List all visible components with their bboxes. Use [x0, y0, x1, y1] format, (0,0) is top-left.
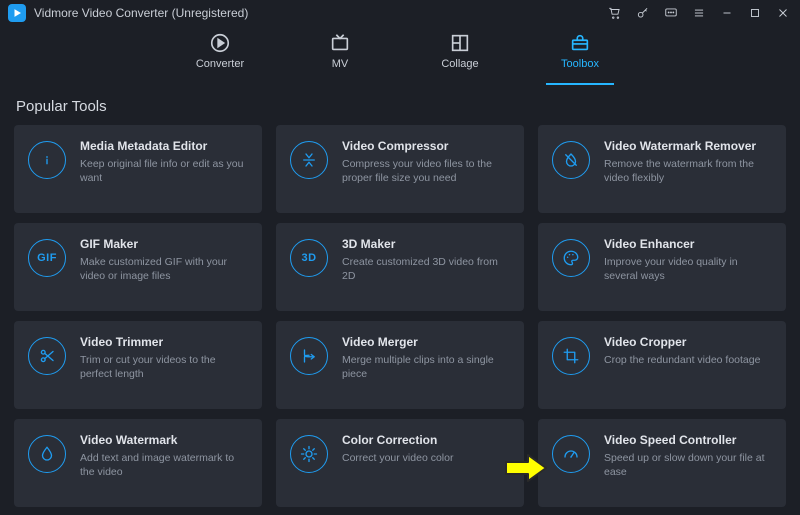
card-desc: Crop the redundant video footage — [604, 353, 774, 367]
titlebar: Vidmore Video Converter (Unregistered) — [0, 0, 800, 26]
menu-icon[interactable] — [692, 6, 706, 20]
sun-icon — [290, 435, 328, 473]
nav-converter[interactable]: Converter — [190, 32, 250, 83]
card-desc: Improve your video quality in several wa… — [604, 255, 774, 283]
tool-card-media-metadata-editor[interactable]: Media Metadata Editor Keep original file… — [14, 125, 262, 213]
tool-card-video-watermark-remover[interactable]: Video Watermark Remover Remove the water… — [538, 125, 786, 213]
card-desc: Keep original file info or edit as you w… — [80, 157, 250, 185]
card-title: Video Watermark — [80, 433, 250, 447]
card-body: Media Metadata Editor Keep original file… — [80, 139, 250, 185]
nav-label: Toolbox — [561, 58, 599, 70]
card-body: Video Watermark Remover Remove the water… — [604, 139, 774, 185]
card-body: Video Enhancer Improve your video qualit… — [604, 237, 774, 283]
section-title: Popular Tools — [0, 84, 800, 121]
card-title: Video Watermark Remover — [604, 139, 774, 153]
card-title: Video Cropper — [604, 335, 774, 349]
merge-icon — [290, 337, 328, 375]
gauge-icon — [552, 435, 590, 473]
tool-card-3d-maker[interactable]: 3D 3D Maker Create customized 3D video f… — [276, 223, 524, 311]
card-body: Video Merger Merge multiple clips into a… — [342, 335, 512, 381]
tool-card-video-merger[interactable]: Video Merger Merge multiple clips into a… — [276, 321, 524, 409]
card-body: 3D Maker Create customized 3D video from… — [342, 237, 512, 283]
card-desc: Trim or cut your videos to the perfect l… — [80, 353, 250, 381]
card-title: Video Trimmer — [80, 335, 250, 349]
3d-icon: 3D — [290, 239, 328, 277]
crop-icon — [552, 337, 590, 375]
card-body: Video Compressor Compress your video fil… — [342, 139, 512, 185]
card-body: GIF Maker Make customized GIF with your … — [80, 237, 250, 283]
nav-collage[interactable]: Collage — [430, 32, 490, 83]
tool-card-color-correction[interactable]: Color Correction Correct your video colo… — [276, 419, 524, 507]
card-desc: Remove the watermark from the video flex… — [604, 157, 774, 185]
tool-card-video-watermark[interactable]: Video Watermark Add text and image water… — [14, 419, 262, 507]
nav-toolbox[interactable]: Toolbox — [550, 32, 610, 83]
card-title: 3D Maker — [342, 237, 512, 251]
nav-label: Collage — [441, 58, 478, 70]
cart-icon[interactable] — [608, 6, 622, 20]
card-body: Video Cropper Crop the redundant video f… — [604, 335, 774, 367]
tool-card-video-speed-controller[interactable]: Video Speed Controller Speed up or slow … — [538, 419, 786, 507]
maximize-button[interactable] — [748, 6, 762, 20]
card-desc: Add text and image watermark to the vide… — [80, 451, 250, 479]
window-controls — [608, 6, 796, 20]
card-body: Video Watermark Add text and image water… — [80, 433, 250, 479]
card-body: Color Correction Correct your video colo… — [342, 433, 512, 465]
feedback-icon[interactable] — [664, 6, 678, 20]
card-title: Video Speed Controller — [604, 433, 774, 447]
nav-label: Converter — [196, 58, 244, 70]
scissors-icon — [28, 337, 66, 375]
tool-card-gif-maker[interactable]: GIF GIF Maker Make customized GIF with y… — [14, 223, 262, 311]
tool-card-video-cropper[interactable]: Video Cropper Crop the redundant video f… — [538, 321, 786, 409]
key-icon[interactable] — [636, 6, 650, 20]
tools-grid: Media Metadata Editor Keep original file… — [0, 121, 800, 507]
tool-card-video-compressor[interactable]: Video Compressor Compress your video fil… — [276, 125, 524, 213]
card-title: Video Compressor — [342, 139, 512, 153]
card-desc: Create customized 3D video from 2D — [342, 255, 512, 283]
card-desc: Compress your video files to the proper … — [342, 157, 512, 185]
card-title: Video Enhancer — [604, 237, 774, 251]
wmremove-icon — [552, 141, 590, 179]
tool-card-video-enhancer[interactable]: Video Enhancer Improve your video qualit… — [538, 223, 786, 311]
minimize-button[interactable] — [720, 6, 734, 20]
main-nav: Converter MV Collage Toolbox — [0, 26, 800, 84]
palette-icon — [552, 239, 590, 277]
info-icon — [28, 141, 66, 179]
compress-icon — [290, 141, 328, 179]
app-logo — [8, 4, 26, 22]
droplet-icon — [28, 435, 66, 473]
tool-card-video-trimmer[interactable]: Video Trimmer Trim or cut your videos to… — [14, 321, 262, 409]
card-title: Color Correction — [342, 433, 512, 447]
card-desc: Merge multiple clips into a single piece — [342, 353, 512, 381]
card-body: Video Speed Controller Speed up or slow … — [604, 433, 774, 479]
card-title: GIF Maker — [80, 237, 250, 251]
app-title: Vidmore Video Converter (Unregistered) — [34, 6, 248, 20]
gif-icon: GIF — [28, 239, 66, 277]
nav-mv[interactable]: MV — [310, 32, 370, 83]
nav-label: MV — [332, 58, 349, 70]
card-desc: Make customized GIF with your video or i… — [80, 255, 250, 283]
card-title: Video Merger — [342, 335, 512, 349]
card-desc: Correct your video color — [342, 451, 512, 465]
card-body: Video Trimmer Trim or cut your videos to… — [80, 335, 250, 381]
card-desc: Speed up or slow down your file at ease — [604, 451, 774, 479]
card-title: Media Metadata Editor — [80, 139, 250, 153]
close-button[interactable] — [776, 6, 790, 20]
